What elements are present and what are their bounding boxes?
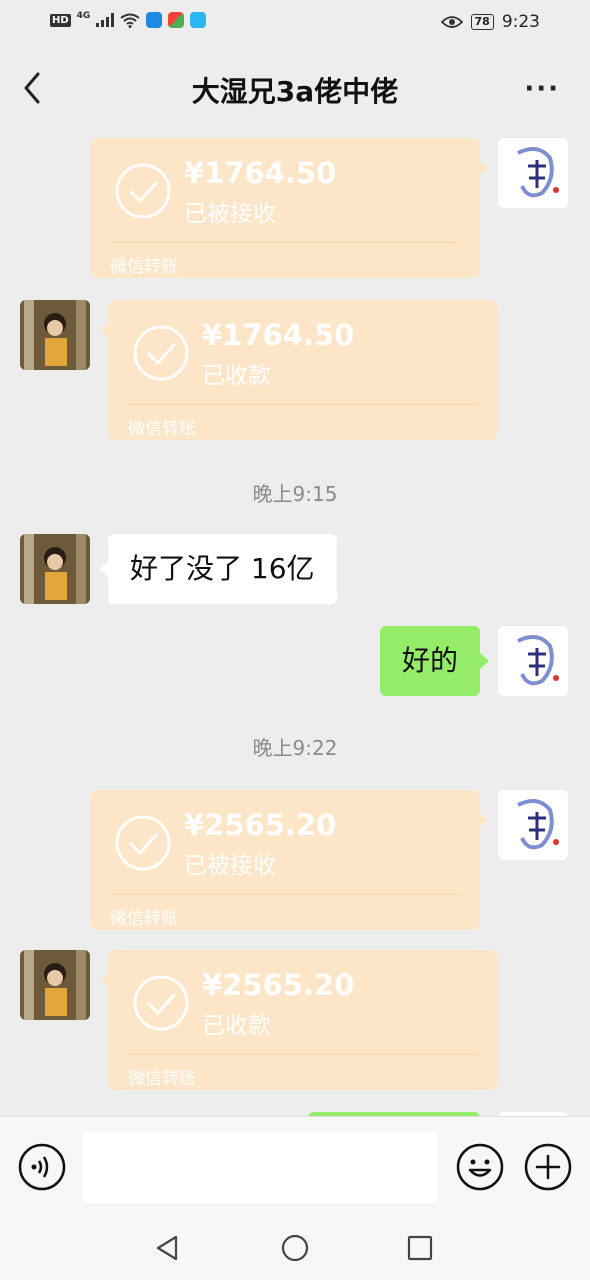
transfer-status: 已被接收 [184, 853, 276, 879]
check-circle-icon [133, 325, 189, 381]
timestamp: 晚上9:22 [252, 736, 338, 760]
transfer-amount: ¥2565.20 [184, 808, 337, 842]
status-bar: HD 4G 78 9:23 [0, 0, 590, 48]
self-avatar[interactable] [498, 790, 568, 860]
chat-title: 大湿兄3a佬中佬 [191, 75, 399, 108]
signal-icon [96, 13, 115, 27]
status-right: 78 9:23 [440, 12, 540, 32]
wifi-icon [120, 13, 140, 28]
bubble-tail [479, 160, 488, 176]
contact-avatar-image [20, 950, 90, 1020]
home-circle-icon[interactable] [281, 1234, 309, 1262]
self-avatar[interactable] [498, 626, 568, 696]
eye-icon [440, 16, 463, 28]
check-circle-icon [115, 815, 171, 871]
transfer-amount: ¥1764.50 [184, 156, 337, 190]
battery-icon: 78 [470, 14, 494, 30]
transfer-card[interactable]: ¥2565.20 已被接收 微信转账 [90, 790, 488, 930]
bubble-tail [479, 812, 488, 828]
message-bubble[interactable]: 好了没了 16亿 [99, 534, 337, 604]
clock: 9:23 [501, 12, 540, 32]
chat-header: 大湿兄3a佬中佬 ··· [0, 48, 590, 128]
divider [128, 1054, 478, 1055]
timestamp: 晚上9:15 [252, 482, 338, 506]
hd-badge: HD [50, 13, 71, 27]
bubble-tail [100, 972, 109, 988]
transfer-card[interactable]: ¥2565.20 已收款 微信转账 [100, 950, 498, 1090]
chat-area[interactable]: ¥1764.50 已被接收 微信转账 ¥1764.50 已收款 微信转账 晚上9… [0, 128, 590, 1116]
network-type: 4G [76, 11, 91, 21]
self-avatar[interactable] [498, 138, 568, 208]
emoji-icon[interactable] [456, 1143, 504, 1191]
input-bar [0, 1116, 590, 1216]
cloud-icon [146, 12, 163, 28]
self-avatar-image [498, 626, 568, 696]
check-circle-icon [133, 975, 189, 1031]
transfer-label: 微信转账 [110, 909, 178, 929]
search-app-icon [190, 12, 207, 28]
transfer-amount: ¥1764.50 [202, 318, 355, 352]
back-triangle-icon[interactable] [154, 1234, 182, 1262]
message-text: 好了没了 16亿 [130, 552, 315, 585]
divider [110, 242, 460, 243]
self-avatar-image [498, 790, 568, 860]
more-options-icon[interactable]: ··· [524, 74, 560, 104]
divider [128, 404, 478, 405]
contact-avatar[interactable] [20, 300, 90, 370]
bubble-tail [99, 560, 109, 578]
check-circle-icon [115, 163, 171, 219]
transfer-label: 微信转账 [128, 1069, 196, 1089]
transfer-card[interactable]: ¥1764.50 已被接收 微信转账 [90, 138, 488, 278]
transfer-label: 微信转账 [110, 257, 178, 277]
transfer-label: 微信转账 [128, 419, 196, 439]
contact-avatar[interactable] [20, 950, 90, 1020]
status-left: HD 4G [50, 11, 207, 28]
self-avatar-image [498, 138, 568, 208]
contact-avatar[interactable] [20, 534, 90, 604]
bubble-tail [479, 652, 489, 670]
transfer-status: 已收款 [202, 363, 271, 389]
transfer-card[interactable]: ¥1764.50 已收款 微信转账 [100, 300, 498, 440]
plus-icon[interactable] [524, 1143, 572, 1191]
transfer-status: 已收款 [202, 1013, 271, 1039]
divider [110, 894, 460, 895]
system-nav-bar [0, 1216, 590, 1280]
contact-avatar-image [20, 534, 90, 604]
message-bubble[interactable]: 好的 [379, 626, 489, 696]
message-input[interactable] [82, 1131, 438, 1203]
transfer-status: 已被接收 [184, 201, 276, 227]
app-icon [168, 12, 185, 28]
bubble-tail [100, 322, 109, 338]
voice-icon[interactable] [18, 1143, 66, 1191]
contact-avatar-image [20, 300, 90, 370]
message-text: 好的 [401, 644, 458, 677]
transfer-amount: ¥2565.20 [202, 968, 355, 1002]
recents-square-icon[interactable] [406, 1234, 434, 1262]
